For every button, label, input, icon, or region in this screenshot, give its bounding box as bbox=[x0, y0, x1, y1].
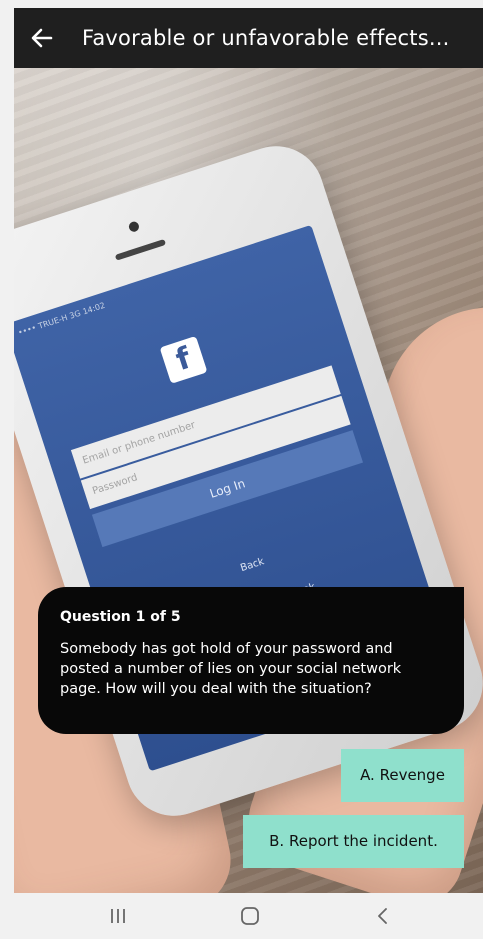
answer-a-button[interactable]: A. Revenge bbox=[341, 749, 464, 802]
recents-button[interactable] bbox=[88, 893, 148, 939]
back-chevron-icon bbox=[378, 908, 387, 924]
question-text: Somebody has got hold of your password a… bbox=[60, 641, 402, 697]
home-button[interactable] bbox=[220, 893, 280, 939]
question-counter: Question 1 of 5 bbox=[60, 609, 181, 625]
answer-b-button[interactable]: B. Report the incident. bbox=[243, 815, 464, 868]
nav-back-button[interactable] bbox=[352, 893, 412, 939]
page-title: Favorable or unfavorable effects... bbox=[82, 26, 450, 50]
back-button[interactable] bbox=[14, 8, 70, 68]
question-card: Question 1 of 5 Somebody has got hold of… bbox=[38, 587, 464, 734]
recents-icon bbox=[111, 909, 125, 923]
system-nav-bar bbox=[0, 893, 483, 939]
phone-camera bbox=[127, 220, 141, 233]
phone-status-bar: •••• TRUE-H 3G 14:02 bbox=[16, 300, 107, 338]
top-app-bar: Favorable or unfavorable effects... bbox=[14, 8, 483, 68]
arrow-left-icon bbox=[31, 28, 53, 48]
home-icon bbox=[241, 907, 259, 925]
facebook-logo: f bbox=[159, 335, 208, 384]
phone-speaker bbox=[114, 238, 167, 261]
app-screen: •••• TRUE-H 3G 14:02 f Email or phone nu… bbox=[14, 8, 483, 893]
